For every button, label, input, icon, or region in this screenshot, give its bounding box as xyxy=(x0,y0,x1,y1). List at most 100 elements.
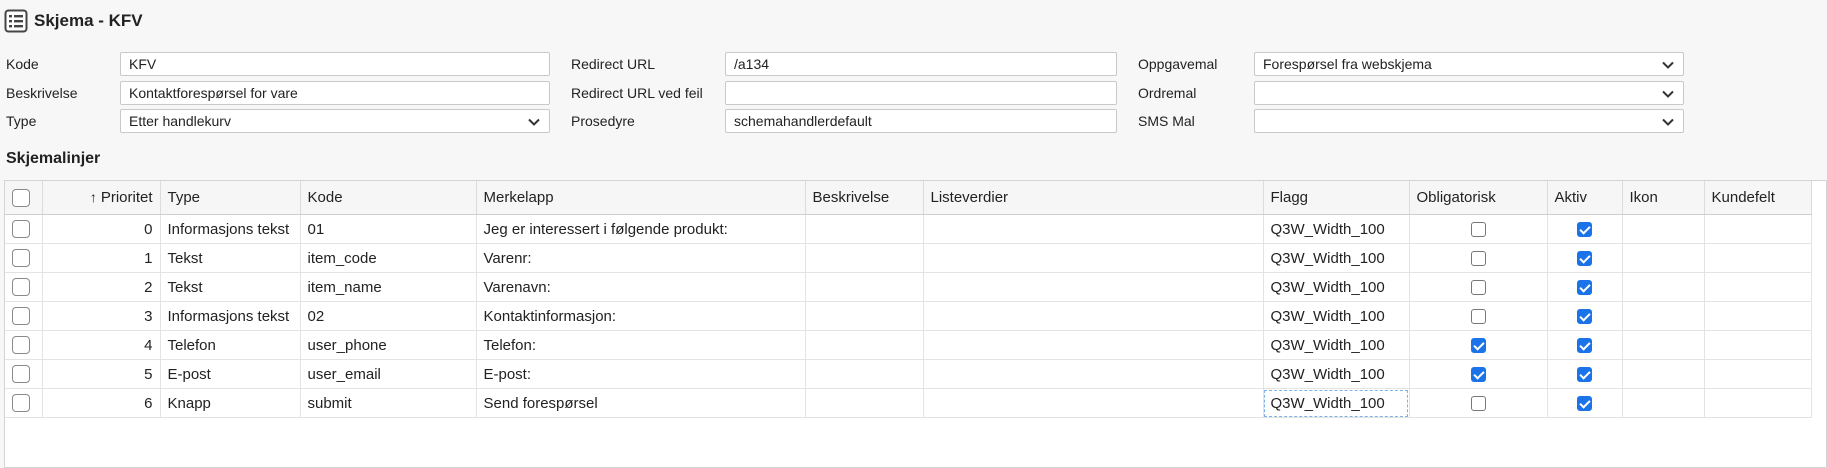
cell-flagg[interactable]: Q3W_Width_100 xyxy=(1263,272,1410,302)
cell-kode[interactable]: item_name xyxy=(300,272,477,302)
col-header-obligatorisk[interactable]: Obligatorisk xyxy=(1409,181,1548,215)
cell-kundefelt[interactable] xyxy=(1704,243,1812,273)
cell-flagg[interactable]: Q3W_Width_100 xyxy=(1263,330,1410,360)
obligatorisk-checkbox[interactable] xyxy=(1470,367,1486,383)
cell-beskrivelse[interactable] xyxy=(805,359,924,389)
cell-ikon[interactable] xyxy=(1622,214,1705,244)
cell-merkelapp[interactable]: Varenavn: xyxy=(476,272,806,302)
cell-merkelapp[interactable]: Varenr: xyxy=(476,243,806,273)
cell-prioritet[interactable]: 5 xyxy=(42,359,161,389)
cell-kode[interactable]: user_phone xyxy=(300,330,477,360)
cell-kundefelt[interactable] xyxy=(1704,272,1812,302)
cell-beskrivelse[interactable] xyxy=(805,388,924,418)
cell-kundefelt[interactable] xyxy=(1704,301,1812,331)
row-select-checkbox[interactable] xyxy=(12,336,30,355)
cell-flagg[interactable]: Q3W_Width_100 xyxy=(1263,388,1410,418)
cell-prioritet[interactable]: 1 xyxy=(42,243,161,273)
cell-kode[interactable]: submit xyxy=(300,388,477,418)
aktiv-checkbox[interactable] xyxy=(1577,251,1592,267)
cell-merkelapp[interactable]: Send forespørsel xyxy=(476,388,806,418)
cell-type[interactable]: Informasjons tekst xyxy=(160,301,301,331)
row-select-checkbox[interactable] xyxy=(12,307,30,326)
cell-prioritet[interactable]: 2 xyxy=(42,272,161,302)
col-header-merkelapp[interactable]: Merkelapp xyxy=(476,181,806,215)
col-header-flagg[interactable]: Flagg xyxy=(1263,181,1410,215)
beskrivelse-input[interactable] xyxy=(120,81,550,105)
row-select-checkbox[interactable] xyxy=(12,278,30,297)
ordremal-select[interactable] xyxy=(1254,81,1684,105)
cell-kundefelt[interactable] xyxy=(1704,330,1812,360)
cell-listeverdier[interactable] xyxy=(923,330,1264,360)
type-select[interactable]: Etter handlekurv xyxy=(120,109,550,133)
col-header-aktiv[interactable]: Aktiv xyxy=(1547,181,1623,215)
row-select-checkbox[interactable] xyxy=(12,365,30,384)
cell-kode[interactable]: 02 xyxy=(300,301,477,331)
table-row[interactable]: 6 Knapp submit Send forespørsel Q3W_Width_10… xyxy=(5,388,1812,418)
cell-ikon[interactable] xyxy=(1622,330,1705,360)
cell-listeverdier[interactable] xyxy=(923,243,1264,273)
row-select-checkbox[interactable] xyxy=(12,220,30,239)
table-row[interactable]: 5 E-post user_email E-post: Q3W_Width_100 xyxy=(5,359,1812,389)
cell-merkelapp[interactable]: Telefon: xyxy=(476,330,806,360)
col-header-beskrivelse[interactable]: Beskrivelse xyxy=(805,181,924,215)
obligatorisk-checkbox[interactable] xyxy=(1470,338,1486,354)
cell-ikon[interactable] xyxy=(1622,388,1705,418)
kode-input[interactable] xyxy=(120,52,550,76)
row-select-checkbox[interactable] xyxy=(12,249,30,268)
aktiv-checkbox[interactable] xyxy=(1577,222,1592,238)
cell-type[interactable]: Telefon xyxy=(160,330,301,360)
prosedyre-input[interactable] xyxy=(725,109,1117,133)
cell-flagg[interactable]: Q3W_Width_100 xyxy=(1263,243,1410,273)
cell-beskrivelse[interactable] xyxy=(805,330,924,360)
cell-prioritet[interactable]: 4 xyxy=(42,330,161,360)
table-row[interactable]: 3 Informasjons tekst 02 Kontaktinformasjon:… xyxy=(5,301,1812,331)
cell-listeverdier[interactable] xyxy=(923,214,1264,244)
cell-kode[interactable]: item_code xyxy=(300,243,477,273)
cell-prioritet[interactable]: 6 xyxy=(42,388,161,418)
obligatorisk-checkbox[interactable] xyxy=(1470,309,1486,325)
cell-listeverdier[interactable] xyxy=(923,359,1264,389)
cell-kode[interactable]: 01 xyxy=(300,214,477,244)
cell-type[interactable]: Knapp xyxy=(160,388,301,418)
col-header-type[interactable]: Type xyxy=(160,181,301,215)
cell-merkelapp[interactable]: Jeg er interessert i følgende produkt: xyxy=(476,214,806,244)
col-header-listeverdier[interactable]: Listeverdier xyxy=(923,181,1264,215)
sms-mal-select[interactable] xyxy=(1254,109,1684,133)
cell-type[interactable]: E-post xyxy=(160,359,301,389)
cell-beskrivelse[interactable] xyxy=(805,243,924,273)
aktiv-checkbox[interactable] xyxy=(1577,396,1592,412)
aktiv-checkbox[interactable] xyxy=(1577,367,1592,383)
obligatorisk-checkbox[interactable] xyxy=(1470,280,1486,296)
cell-listeverdier[interactable] xyxy=(923,301,1264,331)
cell-listeverdier[interactable] xyxy=(923,388,1264,418)
obligatorisk-checkbox[interactable] xyxy=(1470,222,1486,238)
obligatorisk-checkbox[interactable] xyxy=(1470,251,1486,267)
cell-ikon[interactable] xyxy=(1622,301,1705,331)
table-row[interactable]: 0 Informasjons tekst 01 Jeg er interessert … xyxy=(5,214,1812,244)
table-row[interactable]: 4 Telefon user_phone Telefon: Q3W_Width_100 xyxy=(5,330,1812,360)
cell-flagg[interactable]: Q3W_Width_100 xyxy=(1263,301,1410,331)
cell-beskrivelse[interactable] xyxy=(805,214,924,244)
cell-beskrivelse[interactable] xyxy=(805,301,924,331)
cell-type[interactable]: Tekst xyxy=(160,272,301,302)
cell-prioritet[interactable]: 0 xyxy=(42,214,161,244)
cell-merkelapp[interactable]: Kontaktinformasjon: xyxy=(476,301,806,331)
cell-listeverdier[interactable] xyxy=(923,272,1264,302)
oppgavemal-select[interactable]: Forespørsel fra webskjema xyxy=(1254,52,1684,76)
col-header-kundefelt[interactable]: Kundefelt xyxy=(1704,181,1812,215)
cell-type[interactable]: Tekst xyxy=(160,243,301,273)
cell-kundefelt[interactable] xyxy=(1704,214,1812,244)
obligatorisk-checkbox[interactable] xyxy=(1470,396,1486,412)
cell-ikon[interactable] xyxy=(1622,243,1705,273)
aktiv-checkbox[interactable] xyxy=(1577,309,1592,325)
cell-flagg[interactable]: Q3W_Width_100 xyxy=(1263,214,1410,244)
table-row[interactable]: 2 Tekst item_name Varenavn: Q3W_Width_100 xyxy=(5,272,1812,302)
col-header-prioritet[interactable]: ↑ Prioritet xyxy=(42,181,161,215)
redirect-url-feil-input[interactable] xyxy=(725,81,1117,105)
cell-ikon[interactable] xyxy=(1622,272,1705,302)
cell-ikon[interactable] xyxy=(1622,359,1705,389)
aktiv-checkbox[interactable] xyxy=(1577,338,1592,354)
redirect-url-input[interactable] xyxy=(725,52,1117,76)
cell-kundefelt[interactable] xyxy=(1704,359,1812,389)
cell-merkelapp[interactable]: E-post: xyxy=(476,359,806,389)
